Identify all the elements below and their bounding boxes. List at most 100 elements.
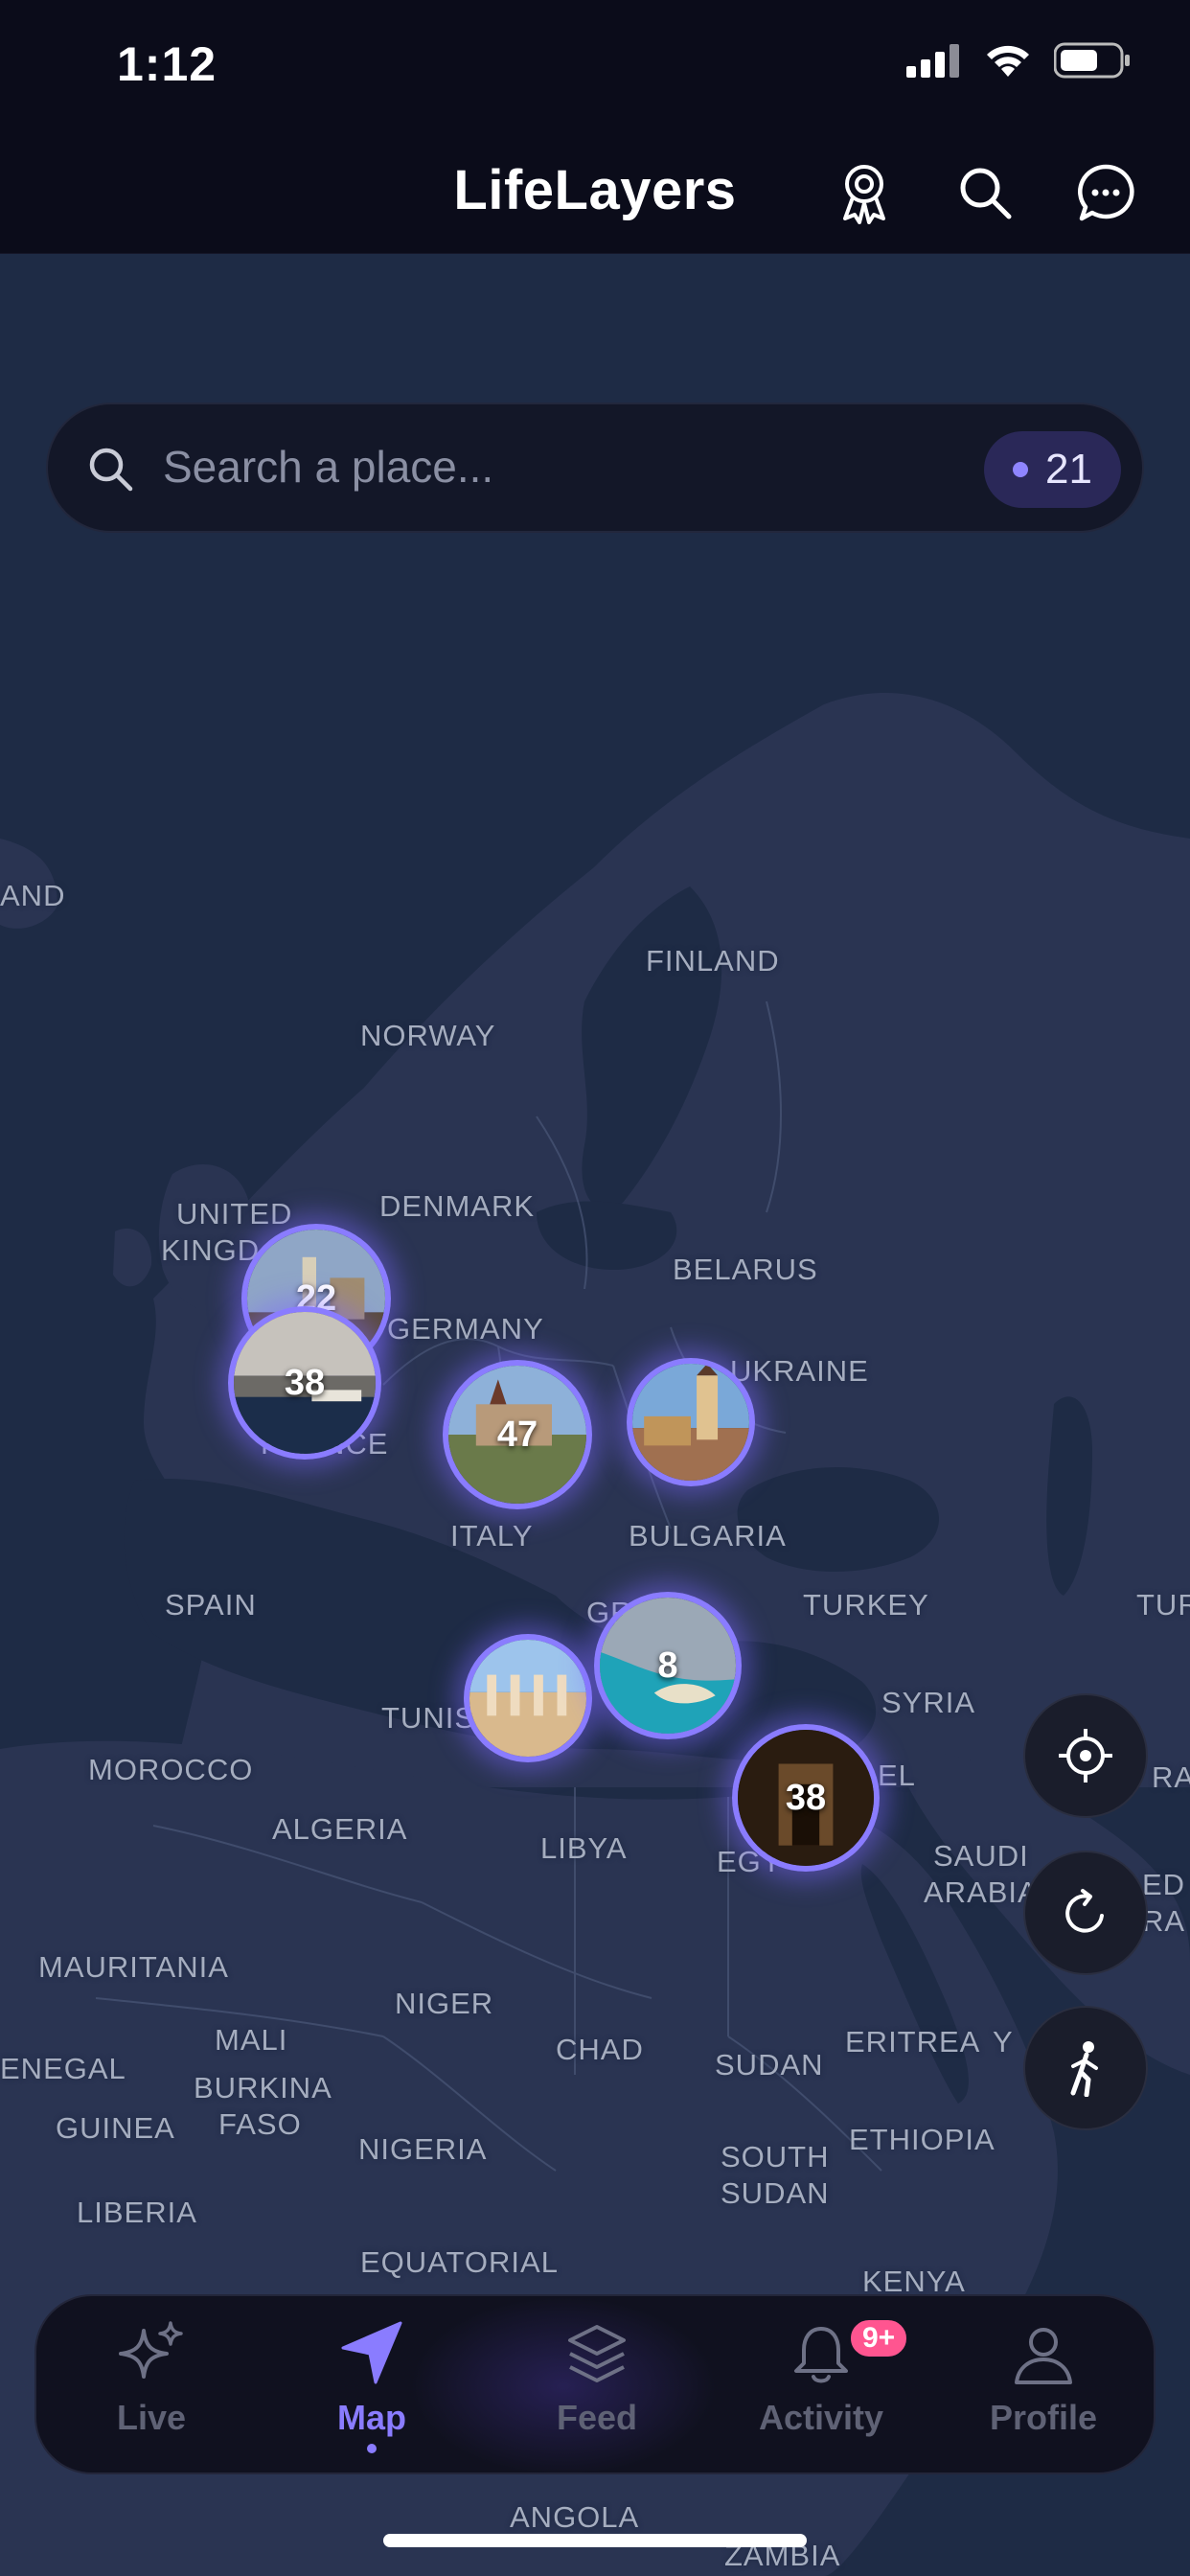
places-count: 21 — [1045, 446, 1092, 493]
search-icon — [960, 168, 1012, 219]
active-indicator-dot — [367, 2444, 377, 2453]
map-label: GERMANY — [387, 1312, 544, 1346]
map-label: KINGD — [161, 1233, 261, 1267]
map-label: BELARUS — [673, 1253, 818, 1286]
map-label: ERITREA — [845, 2025, 981, 2058]
nav-item-live[interactable]: Live — [51, 2313, 252, 2467]
status-dot — [1013, 462, 1029, 477]
map-label: BULGARIA — [629, 1519, 787, 1552]
search-icon — [89, 448, 133, 492]
search-input[interactable] — [163, 441, 929, 493]
map-label: SYRIA — [881, 1686, 976, 1719]
cluster-photo — [632, 1364, 749, 1481]
map-label: Y — [993, 2025, 1014, 2058]
map-label: ITALY — [450, 1519, 534, 1552]
map-label: ED — [1142, 1868, 1186, 1901]
walking-person-icon — [1070, 2041, 1098, 2097]
map-label: ALGERIA — [272, 1812, 408, 1846]
map-label: MALI — [215, 2023, 288, 2057]
photo-cluster-romania[interactable] — [627, 1358, 755, 1486]
map-label: TUNIS — [381, 1701, 475, 1735]
map-label: GUINEA — [56, 2111, 175, 2145]
award-badge-icon — [843, 165, 885, 224]
sparkles-icon — [115, 2313, 188, 2394]
map-label: RA — [1152, 1760, 1190, 1794]
photo-cluster-tunisia[interactable] — [464, 1634, 592, 1762]
header-search-button[interactable] — [947, 154, 1023, 231]
map-label: UNITED — [176, 1197, 293, 1230]
status-time: 1:12 — [117, 37, 217, 91]
status-icons — [906, 42, 1131, 79]
app-header: LifeLayers — [0, 129, 1190, 254]
map-label: AND — [0, 879, 66, 912]
map-label: RA — [1142, 1904, 1186, 1938]
map-label: ETHIOPIA — [849, 2123, 995, 2156]
crosshair-locate-icon — [1059, 1729, 1112, 1782]
map-label: MOROCCO — [88, 1753, 254, 1786]
nav-item-feed[interactable]: Feed — [496, 2313, 698, 2467]
status-bar: 1:12 — [0, 0, 1190, 129]
nav-label: Feed — [556, 2398, 638, 2437]
map-label: MAURITANIA — [38, 1950, 229, 1984]
map-label: BURKINA — [194, 2071, 332, 2104]
photo-cluster-france[interactable]: 38 — [228, 1306, 381, 1460]
map-label: ENEGAL — [0, 2052, 126, 2085]
layers-icon — [562, 2313, 631, 2394]
bell-icon: 9+ — [787, 2313, 910, 2394]
map-label: EQUATORIAL — [360, 2245, 559, 2279]
chat-bubble-icon — [1078, 164, 1134, 221]
map-label: UKRAINE — [730, 1354, 869, 1388]
map-label: SOUTH — [721, 2140, 830, 2174]
nav-label: Live — [116, 2398, 187, 2437]
photo-cluster-central-europe[interactable]: 47 — [443, 1360, 592, 1509]
refresh-icon — [1065, 1889, 1104, 1933]
map-label: CHAD — [556, 2033, 644, 2066]
map-view[interactable]: AND FINLAND NORWAY DENMARK UNITED KINGD … — [0, 254, 1190, 2576]
nav-item-map[interactable]: Map — [271, 2313, 472, 2467]
messages-button[interactable] — [1067, 154, 1144, 231]
nav-item-profile[interactable]: Profile — [943, 2313, 1144, 2467]
photo-cluster-egypt[interactable]: 38 — [732, 1724, 880, 1872]
battery-icon — [1054, 42, 1130, 79]
nav-item-activity[interactable]: 9+ Activity — [721, 2313, 922, 2467]
map-label: TURKEY — [803, 1588, 929, 1622]
map-label: SUDAN — [721, 2176, 830, 2210]
map-label: EL — [878, 1759, 916, 1792]
nav-label: Map — [337, 2398, 406, 2437]
navigation-arrow-icon — [335, 2313, 408, 2394]
map-label: LIBYA — [540, 1831, 628, 1865]
cluster-count: 47 — [496, 1414, 538, 1455]
person-icon — [1009, 2313, 1078, 2394]
wifi-icon — [987, 45, 1029, 77]
map-label: ANGOLA — [510, 2500, 640, 2534]
map-label: SAUDI — [933, 1839, 1029, 1873]
map-label: SUDAN — [715, 2048, 824, 2082]
map-label: LIBERIA — [77, 2196, 197, 2229]
map-label: ARABIA — [924, 1875, 1039, 1909]
map-label: TUR — [1136, 1588, 1190, 1622]
cluster-count: 8 — [657, 1644, 678, 1686]
map-label: DENMARK — [379, 1189, 536, 1223]
map-label: NIGER — [395, 1987, 494, 2020]
home-indicator[interactable] — [383, 2534, 807, 2547]
places-count-badge[interactable]: 21 — [984, 431, 1121, 508]
map-label: SPAIN — [165, 1588, 257, 1622]
notification-badge: 9+ — [848, 2317, 910, 2359]
map-label: NIGERIA — [358, 2132, 488, 2166]
achievements-button[interactable] — [826, 154, 903, 231]
refresh-button[interactable] — [1023, 1851, 1148, 1975]
place-search-bar[interactable]: 21 — [46, 402, 1144, 533]
nav-label: Activity — [758, 2398, 884, 2437]
cluster-photo — [469, 1640, 586, 1757]
nav-label: Profile — [989, 2398, 1098, 2437]
locate-me-button[interactable] — [1023, 1693, 1148, 1818]
bottom-nav-bar: Live Map Feed 9+ Activity Profile — [34, 2294, 1156, 2474]
cluster-count: 38 — [284, 1362, 326, 1403]
map-label: NORWAY — [360, 1019, 496, 1052]
walk-mode-button[interactable] — [1023, 2006, 1148, 2130]
cellular-signal-icon — [906, 44, 959, 78]
map-label: FASO — [218, 2107, 302, 2141]
map-label: FINLAND — [646, 944, 780, 978]
cluster-count: 38 — [785, 1777, 827, 1818]
photo-cluster-greece[interactable]: 8 — [594, 1592, 742, 1739]
